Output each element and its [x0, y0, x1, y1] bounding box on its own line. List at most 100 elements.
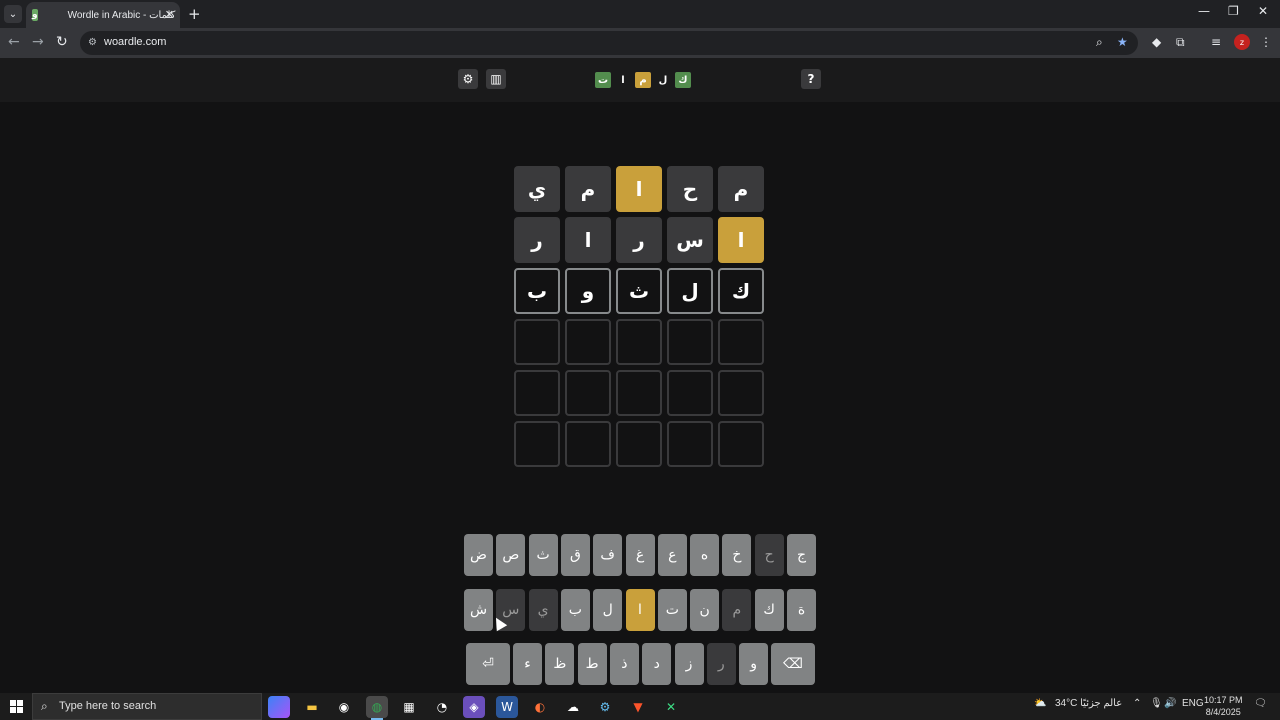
- extension-diamond-icon[interactable]: ◆: [1152, 35, 1161, 49]
- back-arrow-icon[interactable]: ←: [8, 34, 20, 50]
- keyboard-key[interactable]: ص: [496, 534, 526, 576]
- tab-close-icon[interactable]: ✕: [165, 8, 174, 21]
- media-controls-icon[interactable]: ≡: [1211, 35, 1221, 49]
- keyboard-key[interactable]: ع: [657, 534, 687, 576]
- brave-icon[interactable]: ▼: [627, 696, 649, 718]
- board-tile: [718, 319, 764, 365]
- bookmark-star-icon[interactable]: ★: [1117, 35, 1128, 49]
- url-text: woardle.com: [104, 36, 167, 48]
- logo-letter: ت: [595, 72, 611, 88]
- settings-gear-icon[interactable]: ⚙: [458, 69, 478, 89]
- minimize-icon[interactable]: —: [1198, 4, 1210, 18]
- weather-text[interactable]: 34°C عالم جزئيًا: [1055, 698, 1122, 709]
- keyboard-key[interactable]: ر: [706, 643, 736, 685]
- backspace-key[interactable]: ⌫: [771, 643, 815, 685]
- zoom-icon[interactable]: ⌕: [1096, 35, 1103, 50]
- clock-date: 8/4/2025: [1205, 707, 1241, 717]
- board-tile: [514, 319, 560, 365]
- menu-kebab-icon[interactable]: ⋮: [1260, 35, 1272, 49]
- favicon-icon: و: [32, 9, 38, 21]
- keyboard-key[interactable]: ت: [657, 589, 687, 631]
- new-tab-plus-icon[interactable]: +: [188, 5, 201, 23]
- game-board: يماحمرارسابوثلك: [514, 166, 764, 467]
- keyboard-key[interactable]: ج: [787, 534, 816, 576]
- keyboard-key[interactable]: ن: [690, 589, 720, 631]
- taskbar-search-box[interactable]: ⌕ Type here to search: [32, 693, 262, 720]
- tray-chevron-icon[interactable]: ⌃: [1133, 698, 1141, 709]
- restore-icon[interactable]: ❐: [1228, 4, 1239, 18]
- search-icon: ⌕: [41, 699, 48, 713]
- site-info-icon[interactable]: ⚙: [88, 37, 97, 48]
- keyboard-key[interactable]: خ: [722, 534, 752, 576]
- keyboard-key[interactable]: ض: [464, 534, 493, 576]
- keyboard-key[interactable]: ذ: [609, 643, 639, 685]
- keyboard-key[interactable]: ل: [593, 589, 623, 631]
- stats-chart-icon[interactable]: ▥: [486, 69, 506, 89]
- windows-start-icon[interactable]: [10, 700, 23, 713]
- keyboard-key[interactable]: م: [722, 589, 752, 631]
- window-close-icon[interactable]: ✕: [1258, 4, 1268, 18]
- forward-arrow-icon[interactable]: →: [32, 34, 44, 50]
- keyboard-key[interactable]: و: [739, 643, 769, 685]
- language-indicator[interactable]: ENG: [1182, 698, 1204, 709]
- keyboard-key[interactable]: ط: [577, 643, 607, 685]
- keyboard-key[interactable]: ز: [674, 643, 704, 685]
- keyboard-key[interactable]: ء: [513, 643, 542, 685]
- weather-icon[interactable]: ⛅: [1034, 698, 1046, 709]
- profile-avatar[interactable]: z: [1234, 34, 1250, 50]
- tab-search-chevron-icon[interactable]: ⌄: [4, 5, 22, 23]
- board-tile: ي: [514, 166, 560, 212]
- board-tile: م: [565, 166, 611, 212]
- copilot-icon[interactable]: [268, 696, 290, 718]
- board-tile: [718, 421, 764, 467]
- extensions-puzzle-icon[interactable]: ⧉: [1176, 35, 1185, 50]
- board-tile: ب: [514, 268, 560, 314]
- media-app-icon[interactable]: ◈: [463, 696, 485, 718]
- board-tile: [667, 370, 713, 416]
- excel-icon[interactable]: ✕: [660, 696, 682, 718]
- keyboard-key[interactable]: ا: [625, 589, 655, 631]
- keyboard-key[interactable]: غ: [625, 534, 655, 576]
- game-logo: تاملك: [595, 71, 691, 89]
- enter-key[interactable]: ⏎: [466, 643, 510, 685]
- keyboard-key[interactable]: ظ: [545, 643, 575, 685]
- keyboard-key[interactable]: ي: [528, 589, 558, 631]
- browser-tab[interactable]: و Wordle in Arabic - كلمات ✕: [26, 2, 180, 28]
- file-explorer-icon[interactable]: ▬: [301, 696, 323, 718]
- board-tile: ا: [565, 217, 611, 263]
- word-icon[interactable]: W: [496, 696, 518, 718]
- clock-app-icon[interactable]: ◔: [431, 696, 453, 718]
- keyboard-key[interactable]: ك: [754, 589, 784, 631]
- notification-icon[interactable]: 🗨: [1254, 698, 1267, 709]
- taskbar-clock[interactable]: 10:17 PM 8/4/2025: [1204, 694, 1243, 718]
- board-tile: س: [667, 217, 713, 263]
- keyboard-key[interactable]: ف: [593, 534, 623, 576]
- keyboard-key[interactable]: ة: [787, 589, 816, 631]
- logo-letter: م: [635, 72, 651, 88]
- volume-icon[interactable]: 🔊: [1164, 698, 1176, 709]
- chrome-icon[interactable]: ◍: [366, 696, 388, 720]
- steam-icon[interactable]: ⚙: [594, 696, 616, 718]
- keyboard-key[interactable]: ث: [528, 534, 558, 576]
- keyboard-key[interactable]: ب: [560, 589, 590, 631]
- store-icon[interactable]: ▦: [398, 696, 420, 718]
- browser-tab-bar: ⌄ و Wordle in Arabic - كلمات ✕ + — ❐ ✕: [0, 0, 1280, 28]
- keyboard-key[interactable]: د: [642, 643, 672, 685]
- keyboard-key[interactable]: ق: [560, 534, 590, 576]
- browser-toolbar: ← → ↻ ⚙ woardle.com ⌕ ★ ◆ ⧉ ≡ z ⋮: [0, 28, 1280, 58]
- board-tile: [718, 370, 764, 416]
- help-button[interactable]: ?: [801, 69, 821, 89]
- keyboard-key[interactable]: ح: [754, 534, 784, 576]
- address-bar[interactable]: ⚙ woardle.com ⌕ ★: [80, 31, 1138, 55]
- keyboard-key[interactable]: ه: [690, 534, 720, 576]
- firefox-icon[interactable]: ◐: [529, 696, 551, 718]
- discord-icon[interactable]: ◉: [333, 696, 355, 718]
- tab-title: Wordle in Arabic - كلمات: [67, 9, 176, 21]
- game-header: ⚙ ▥ تاملك ?: [0, 58, 1280, 102]
- board-tile: ك: [718, 268, 764, 314]
- reload-icon[interactable]: ↻: [56, 34, 68, 50]
- vpn-app-icon[interactable]: ☁: [562, 696, 584, 718]
- board-tile: [616, 421, 662, 467]
- keyboard-key[interactable]: ش: [464, 589, 493, 631]
- microphone-icon[interactable]: 🎙: [1150, 698, 1163, 709]
